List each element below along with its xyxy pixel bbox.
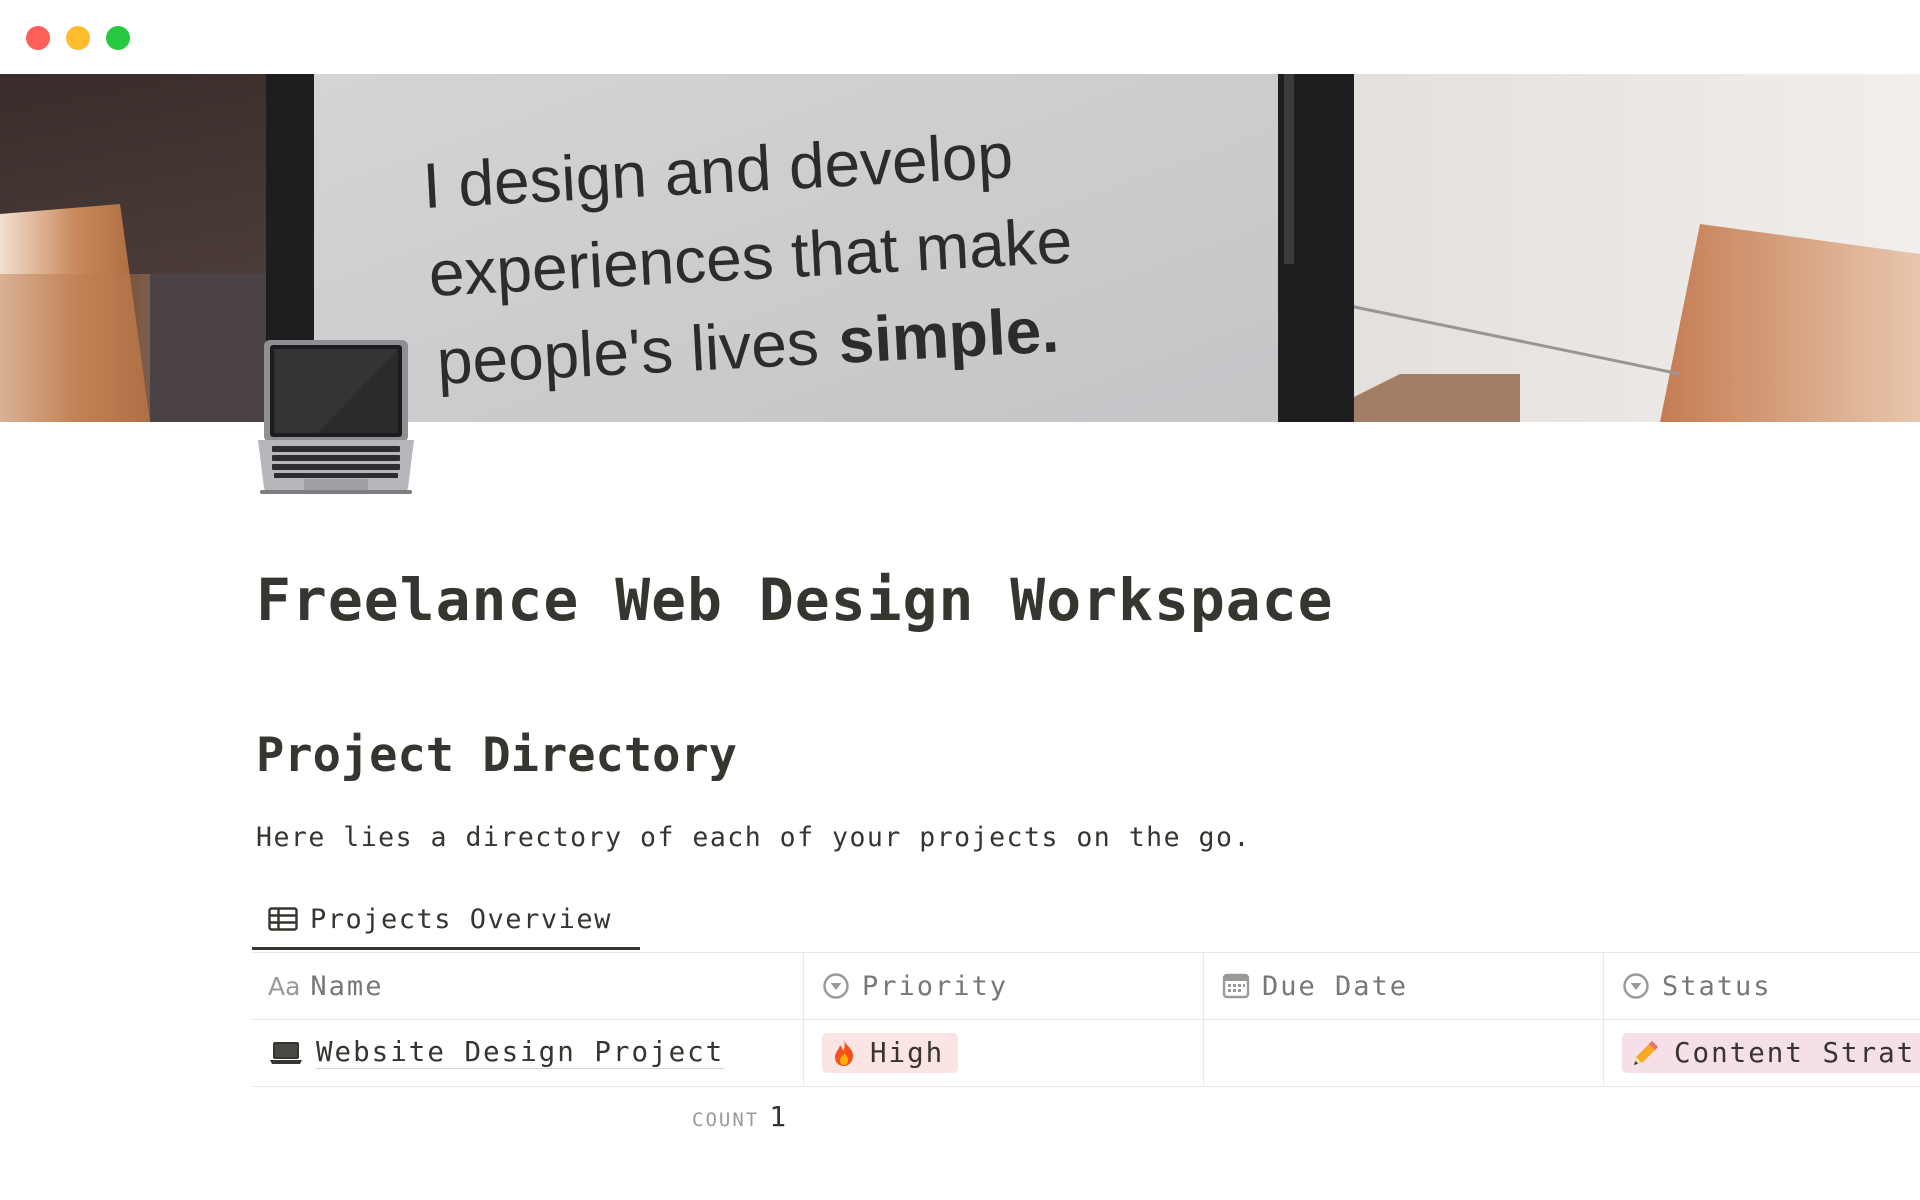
priority-label: High	[870, 1037, 945, 1069]
column-header-label: Due Date	[1262, 970, 1409, 1002]
tab-label: Projects Overview	[310, 903, 612, 935]
active-tab-indicator	[252, 947, 640, 950]
priority-cell[interactable]: High	[803, 1020, 1203, 1086]
select-property-icon	[822, 972, 850, 1000]
laptop-icon	[270, 1040, 302, 1066]
title-bar	[0, 0, 1920, 74]
column-header-priority[interactable]: Priority	[803, 953, 1203, 1019]
row-name-link[interactable]: Website Design Project	[316, 1037, 725, 1069]
column-header-label: Name	[310, 970, 384, 1002]
count-label: COUNT	[692, 1109, 760, 1131]
page-title[interactable]: Freelance Web Design Workspace	[256, 566, 1334, 634]
select-property-icon	[1622, 972, 1650, 1000]
calendar-icon	[1222, 972, 1250, 1000]
status-tag[interactable]: Content Strat	[1622, 1033, 1920, 1073]
section-description[interactable]: Here lies a directory of each of your pr…	[256, 822, 1251, 853]
status-label: Content Strat	[1674, 1037, 1916, 1069]
pencil-icon	[1632, 1039, 1660, 1067]
column-header-due-date[interactable]: Due Date	[1203, 953, 1603, 1019]
maximize-window-button[interactable]	[106, 26, 130, 50]
column-header-label: Priority	[862, 970, 1009, 1002]
name-cell[interactable]: Website Design Project	[252, 1020, 803, 1086]
table-icon	[268, 907, 298, 931]
column-header-name[interactable]: Aa Name	[252, 953, 803, 1019]
column-header-label: Status	[1662, 970, 1772, 1002]
due-date-cell[interactable]	[1203, 1020, 1603, 1086]
tab-projects-overview[interactable]: Projects Overview	[252, 888, 626, 950]
table-row[interactable]: Website Design Project High Content Stra…	[252, 1020, 1920, 1087]
minimize-window-button[interactable]	[66, 26, 90, 50]
fire-icon	[832, 1039, 856, 1067]
table-count[interactable]: COUNT 1	[692, 1100, 786, 1133]
laptop-icon[interactable]	[258, 336, 414, 496]
status-cell[interactable]: Content Strat	[1603, 1020, 1920, 1086]
table-header-row: Aa Name Priority Due Date Status	[252, 953, 1920, 1020]
count-value: 1	[769, 1100, 787, 1133]
text-property-icon: Aa	[268, 971, 301, 1001]
section-heading[interactable]: Project Directory	[256, 728, 737, 783]
priority-tag[interactable]: High	[822, 1033, 959, 1073]
close-window-button[interactable]	[26, 26, 50, 50]
app-window: I design and develop experiences that ma…	[0, 0, 1920, 1200]
column-header-status[interactable]: Status	[1603, 953, 1920, 1019]
